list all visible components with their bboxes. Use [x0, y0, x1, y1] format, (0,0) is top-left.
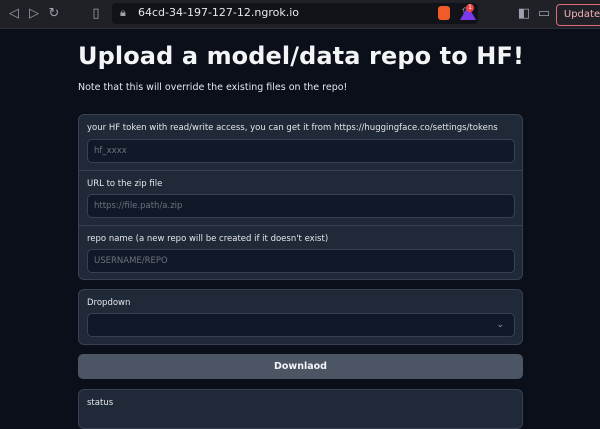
dropdown-label: Dropdown	[87, 298, 131, 308]
repo-name-label: repo name (a new repo will be created if…	[87, 234, 329, 244]
back-icon[interactable]: ◁	[6, 6, 22, 22]
zip-url-label: URL to the zip file	[87, 179, 163, 189]
browser-toolbar: ◁ ▷ ↻ ▯ 🔒︎ 64cd-34-197-127-12.ngrok.io ⇪…	[0, 0, 600, 29]
repo-name-input[interactable]	[87, 249, 515, 273]
brave-shield-icon[interactable]	[438, 6, 450, 20]
status-label: status	[87, 398, 114, 408]
forward-icon[interactable]: ▷	[26, 6, 42, 22]
dropdown-card: Dropdown ⌄	[78, 289, 523, 345]
update-button[interactable]: Update	[556, 4, 600, 26]
status-card: status	[78, 389, 523, 429]
token-label: your HF token with read/write access, yo…	[87, 123, 498, 133]
lock-icon: 🔒︎	[120, 6, 126, 19]
form-card: your HF token with read/write access, yo…	[78, 114, 523, 280]
repo-name-field-group: repo name (a new repo will be created if…	[79, 226, 524, 281]
bookmark-icon[interactable]: ▯	[88, 6, 104, 22]
page-title: Upload a model/data repo to HF!	[78, 42, 524, 70]
zip-url-input[interactable]	[87, 194, 515, 218]
zip-url-field-group: URL to the zip file	[79, 171, 524, 226]
reload-icon[interactable]: ↻	[46, 6, 62, 22]
token-field-group: your HF token with read/write access, yo…	[79, 115, 524, 171]
token-input[interactable]	[87, 139, 515, 163]
page-note: Note that this will override the existin…	[78, 82, 348, 93]
chevron-down-icon: ⌄	[496, 320, 504, 330]
sidebar-icon[interactable]: ◧	[516, 6, 532, 22]
download-button[interactable]: Downlaod	[78, 354, 523, 379]
address-bar-url: 64cd-34-197-127-12.ngrok.io	[138, 6, 300, 19]
address-bar[interactable]: 🔒︎ 64cd-34-197-127-12.ngrok.io ⇪	[112, 3, 478, 24]
notification-badge: 1	[466, 4, 474, 12]
dropdown-select[interactable]: ⌄	[87, 313, 515, 337]
wallet-icon[interactable]: ▭	[536, 6, 552, 22]
